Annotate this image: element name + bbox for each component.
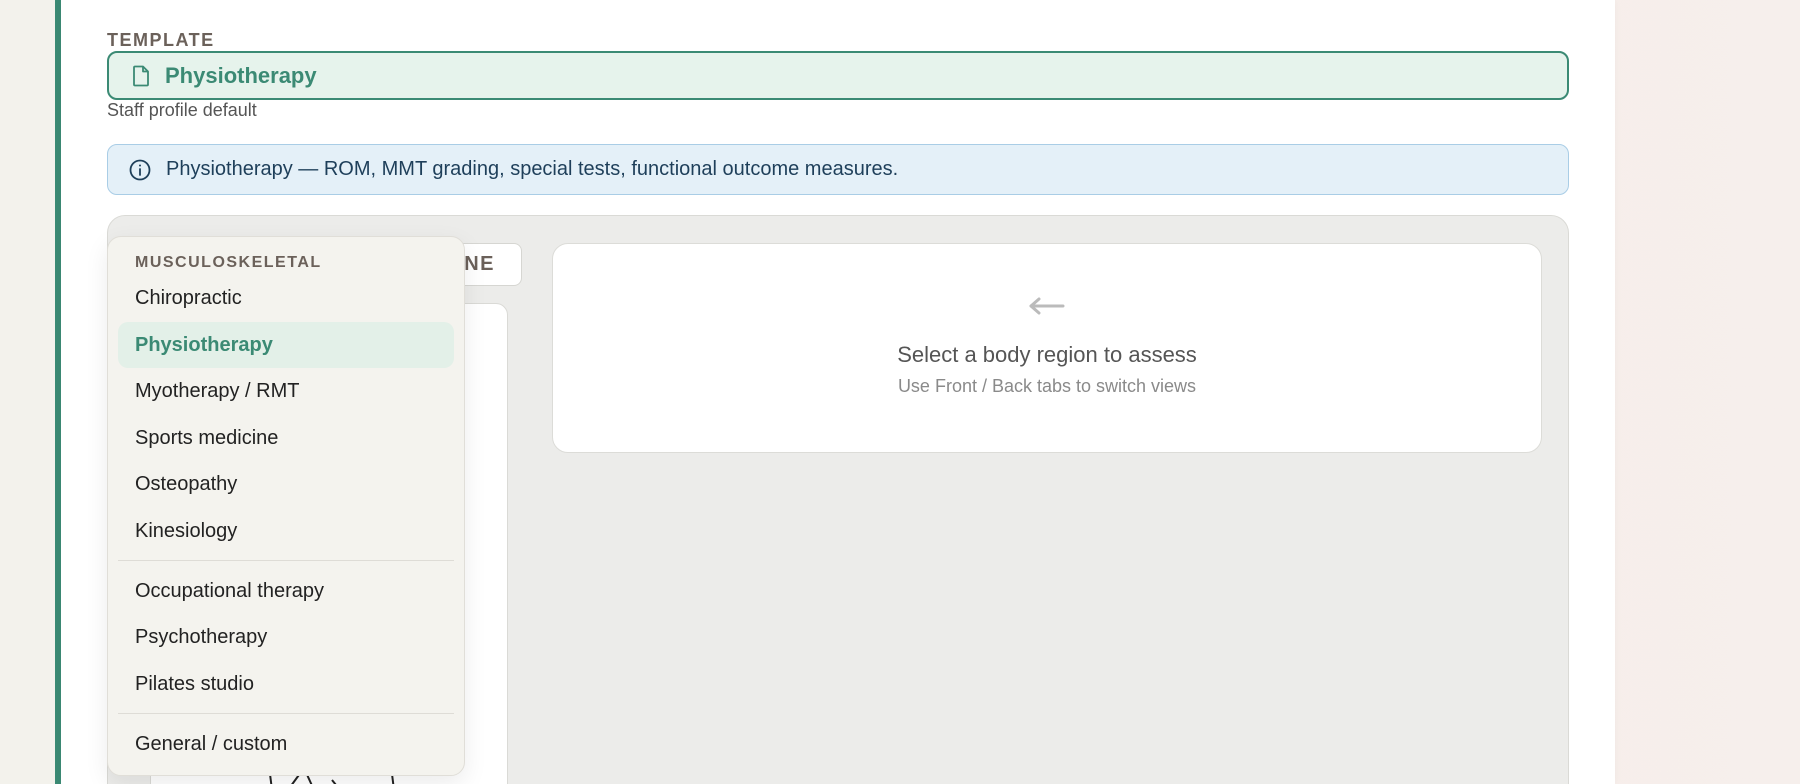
dropdown-option-sports-medicine[interactable]: Sports medicine	[118, 415, 454, 461]
dropdown-option-osteopathy[interactable]: Osteopathy	[118, 461, 454, 507]
template-select-value: Physiotherapy	[165, 62, 317, 88]
dropdown-option-chiropractic[interactable]: Chiropractic	[118, 275, 454, 321]
info-banner: Physiotherapy — ROM, MMT grading, specia…	[107, 144, 1569, 195]
template-select[interactable]: Physiotherapy	[107, 51, 1569, 100]
dropdown-divider	[118, 713, 454, 714]
dropdown-option-occupational-therapy[interactable]: Occupational therapy	[118, 568, 454, 614]
dropdown-option-general-custom[interactable]: General / custom	[118, 721, 454, 767]
arrow-left-icon	[1027, 296, 1067, 316]
document-icon	[131, 65, 151, 87]
template-section-label: TEMPLATE	[107, 30, 215, 50]
info-banner-text: Physiotherapy — ROM, MMT grading, specia…	[166, 158, 899, 180]
empty-state-panel: Select a body region to assess Use Front…	[552, 243, 1542, 453]
dropdown-group-label: MUSCULOSKELETAL	[135, 254, 322, 271]
dropdown-divider	[118, 560, 454, 561]
dropdown-option-physiotherapy[interactable]: Physiotherapy	[118, 322, 454, 368]
template-dropdown-menu: MUSCULOSKELETAL Chiropractic Physiothera…	[107, 236, 465, 776]
dropdown-option-psychotherapy[interactable]: Psychotherapy	[118, 614, 454, 660]
dropdown-option-kinesiology[interactable]: Kinesiology	[118, 508, 454, 554]
dropdown-option-pilates-studio[interactable]: Pilates studio	[118, 661, 454, 707]
template-helper-text: Staff profile default	[107, 100, 257, 120]
info-icon	[128, 158, 152, 182]
dropdown-option-myotherapy[interactable]: Myotherapy / RMT	[118, 368, 454, 414]
empty-state-title: Select a body region to assess	[897, 342, 1197, 367]
empty-state-subtitle: Use Front / Back tabs to switch views	[897, 376, 1197, 396]
